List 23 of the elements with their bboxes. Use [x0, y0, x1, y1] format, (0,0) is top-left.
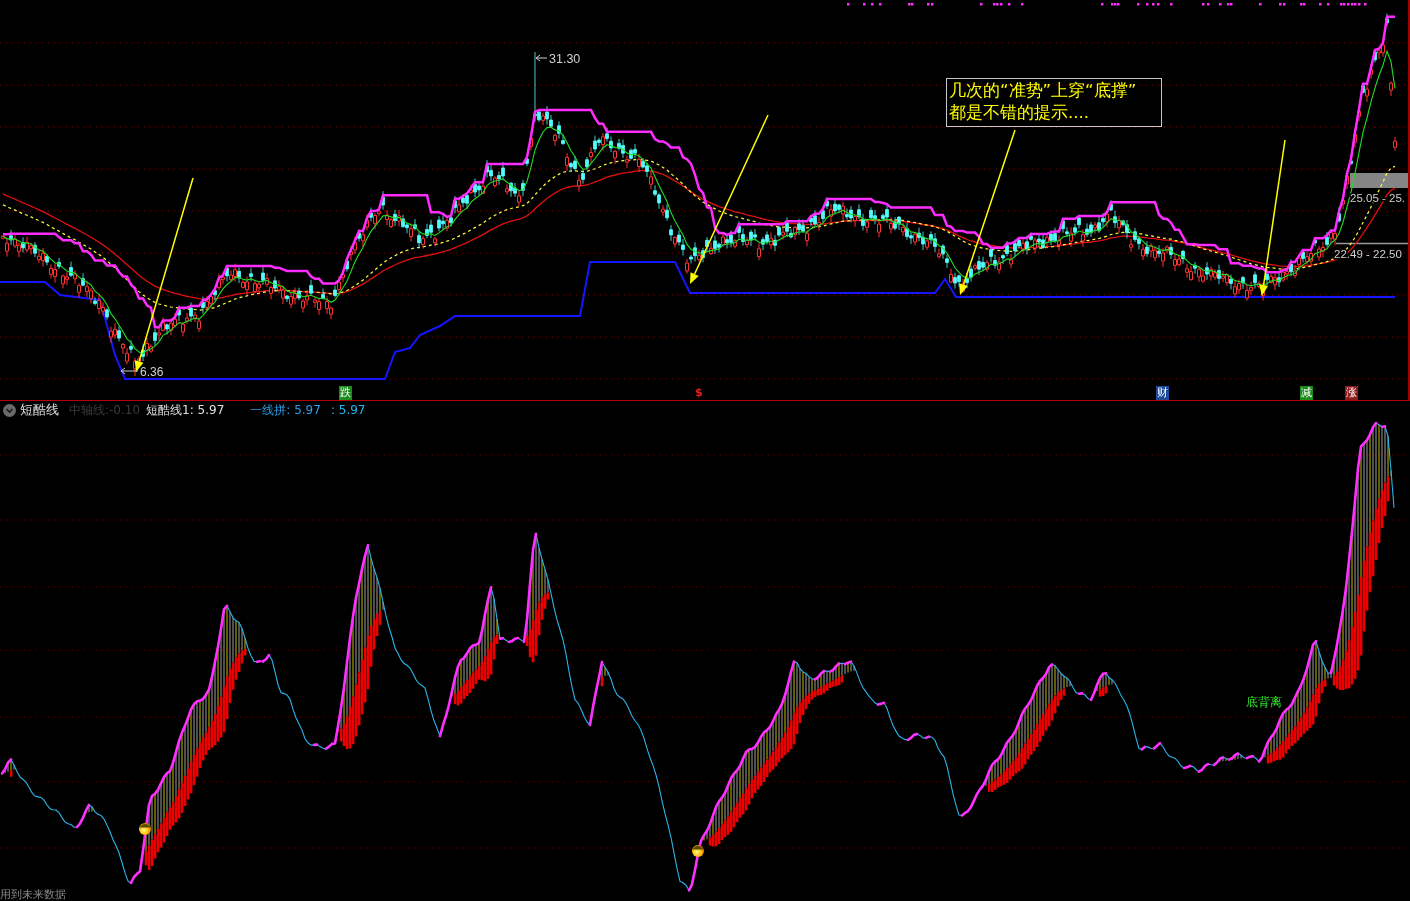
signal-mark: $ [694, 386, 704, 400]
collapse-icon[interactable] [3, 403, 16, 417]
price-label: 6.36 [140, 365, 164, 379]
footer-note: 用到未来数据 [0, 887, 66, 901]
marker-icon [692, 845, 704, 857]
signal-tag: 财 [1156, 386, 1169, 400]
indicator-value: : 5.97 [330, 403, 366, 417]
leader-arrow [120, 367, 139, 375]
marker-label: 底背离 [1246, 695, 1282, 709]
indicator-title: 短酷线 [20, 401, 59, 419]
annotation-text: 几次的“准势”上穿“底撑” [949, 80, 1138, 102]
indicator-value: 短酷线1: 5.97 [146, 401, 225, 419]
signal-tag: 涨 [1345, 386, 1358, 400]
signal-tag: 跌 [339, 386, 352, 400]
signal-tag: 减 [1300, 386, 1313, 400]
price-range-label: 25.05 - 25. [1350, 192, 1405, 204]
marker-icon [139, 823, 151, 835]
indicator-value: 一线拼: 5.97 [250, 401, 321, 419]
price-band [1350, 173, 1408, 188]
indicator-value: 中轴线:-0.10 [69, 401, 141, 419]
price-label: 31.30 [549, 52, 581, 66]
leader-arrow [535, 54, 548, 62]
annotation-text: 都是不错的提示.... [949, 102, 1090, 124]
